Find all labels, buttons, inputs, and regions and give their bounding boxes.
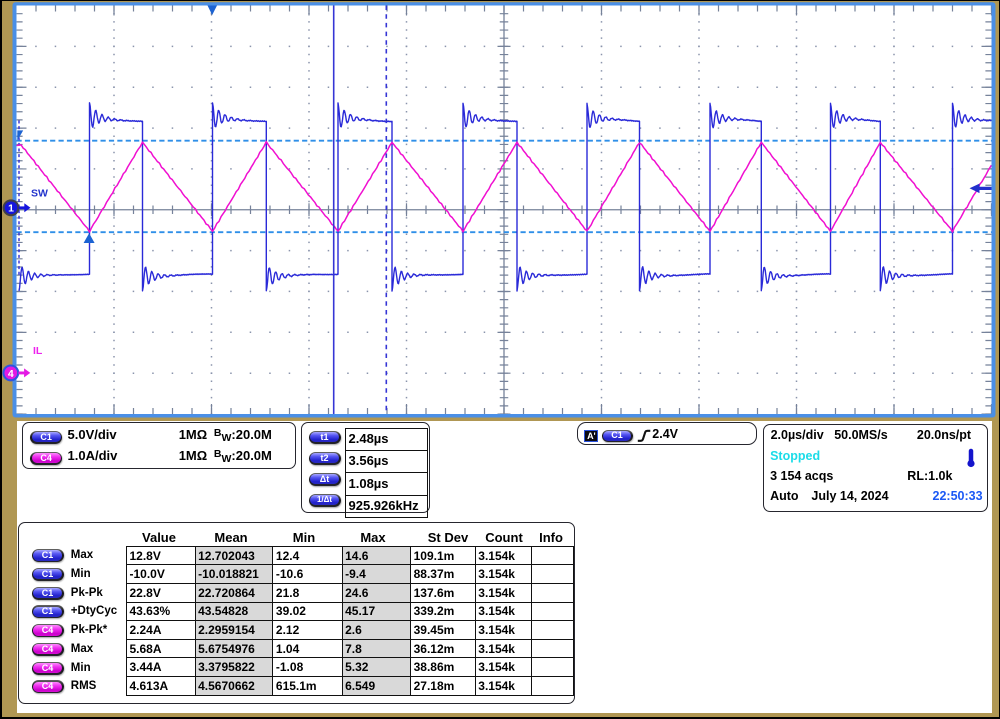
svg-text:4: 4 — [8, 368, 14, 380]
svg-text:SW: SW — [31, 188, 48, 200]
svg-text:1: 1 — [8, 203, 14, 215]
svg-text:IL: IL — [33, 345, 43, 357]
